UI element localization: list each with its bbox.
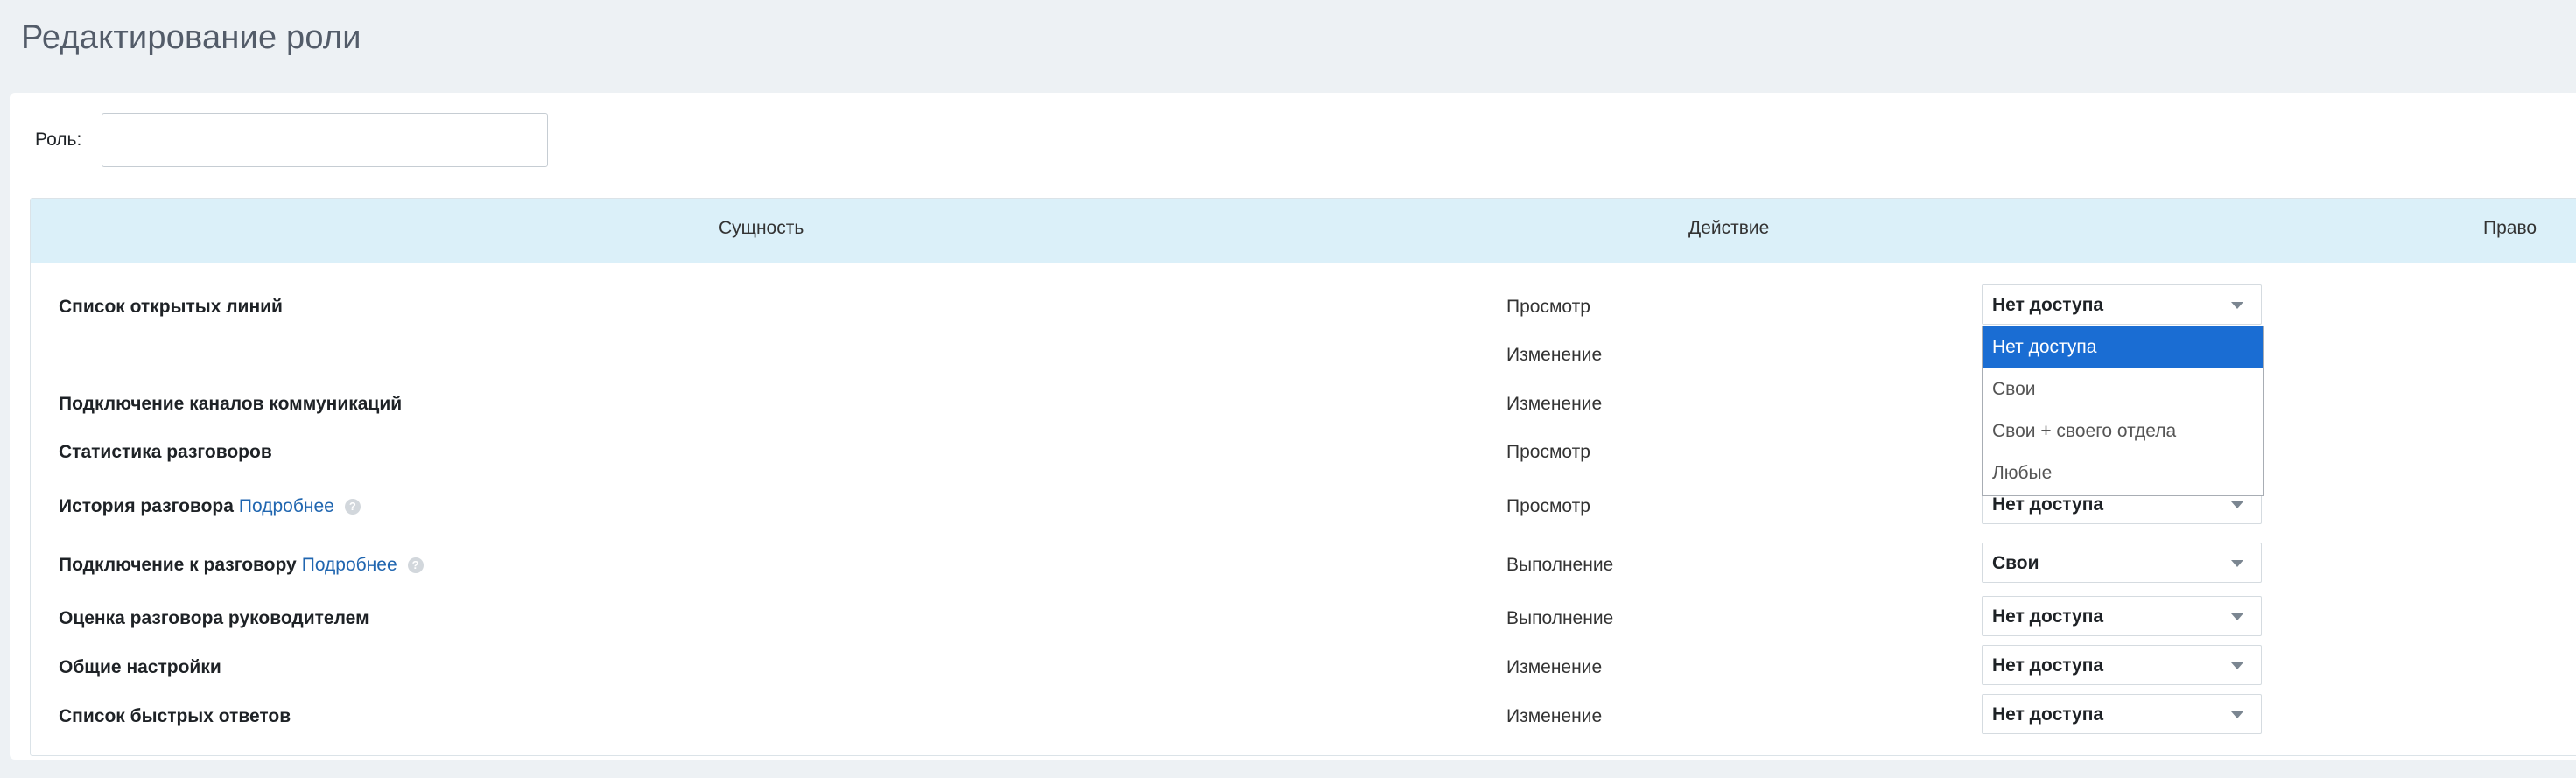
- dropdown-option[interactable]: Любые: [1983, 452, 2263, 494]
- right-select-value: Нет доступа: [1992, 704, 2104, 725]
- question-icon[interactable]: ?: [407, 557, 424, 573]
- table-row-action: Выполнение: [1506, 555, 1614, 575]
- table-row-action: Просмотр: [1506, 297, 1590, 317]
- chevron-down-icon: [2231, 501, 2243, 508]
- header-entity: Сущность: [719, 218, 804, 238]
- chevron-down-icon: [2231, 662, 2243, 669]
- right-dropdown-list: Нет доступа Свои Свои + своего отдела Лю…: [1982, 326, 2264, 496]
- table-row-entity: Общие настройки: [59, 657, 221, 677]
- right-select-value: Свои: [1992, 553, 2039, 573]
- dropdown-option[interactable]: Свои: [1983, 368, 2263, 410]
- more-link[interactable]: Подробнее: [302, 555, 397, 575]
- right-select-value: Нет доступа: [1992, 295, 2104, 315]
- right-select[interactable]: Нет доступа: [1982, 694, 2262, 734]
- right-select-value: Нет доступа: [1992, 655, 2104, 676]
- role-label: Роль:: [35, 130, 82, 150]
- table-row-action: Просмотр: [1506, 496, 1590, 516]
- right-select-value: Нет доступа: [1992, 606, 2104, 627]
- dropdown-option[interactable]: Свои + своего отдела: [1983, 410, 2263, 452]
- chevron-down-icon: [2231, 302, 2243, 309]
- table-row-action: Изменение: [1506, 394, 1603, 414]
- chevron-down-icon: [2231, 613, 2243, 620]
- chevron-down-icon: [2231, 560, 2243, 567]
- question-icon[interactable]: ?: [344, 499, 361, 515]
- table-row-entity: История разговора Подробнее?: [59, 496, 361, 517]
- table-row-entity: Список открытых линий: [59, 297, 283, 317]
- table-row-entity: Список быстрых ответов: [59, 706, 291, 726]
- table-row-action: Просмотр: [1506, 442, 1590, 462]
- table-row-action: Изменение: [1506, 345, 1603, 365]
- more-link[interactable]: Подробнее: [239, 496, 334, 516]
- right-select[interactable]: Нет доступа: [1982, 284, 2262, 325]
- table-row-action: Выполнение: [1506, 608, 1614, 628]
- right-select-value: Нет доступа: [1992, 494, 2104, 515]
- entity-label: Подключение к разговору: [59, 555, 297, 575]
- table-row-entity: Оценка разговора руководителем: [59, 608, 369, 628]
- table-row-action: Изменение: [1506, 706, 1603, 726]
- table-header: [31, 199, 2576, 263]
- page-title: Редактирование роли: [21, 19, 361, 56]
- entity-label: История разговора: [59, 496, 234, 516]
- table-row-entity: Подключение к разговору Подробнее?: [59, 555, 424, 576]
- header-right: Право: [2483, 218, 2537, 238]
- right-select[interactable]: Свои: [1982, 543, 2262, 583]
- dropdown-option[interactable]: Нет доступа: [1983, 326, 2263, 368]
- right-select[interactable]: Нет доступа: [1982, 596, 2262, 636]
- table-row-entity: Статистика разговоров: [59, 442, 272, 462]
- right-select[interactable]: Нет доступа: [1982, 645, 2262, 685]
- table-row-action: Изменение: [1506, 657, 1603, 677]
- header-action: Действие: [1688, 218, 1770, 238]
- role-name-input[interactable]: [102, 113, 548, 167]
- table-row-entity: Подключение каналов коммуникаций: [59, 394, 403, 414]
- chevron-down-icon: [2231, 711, 2243, 718]
